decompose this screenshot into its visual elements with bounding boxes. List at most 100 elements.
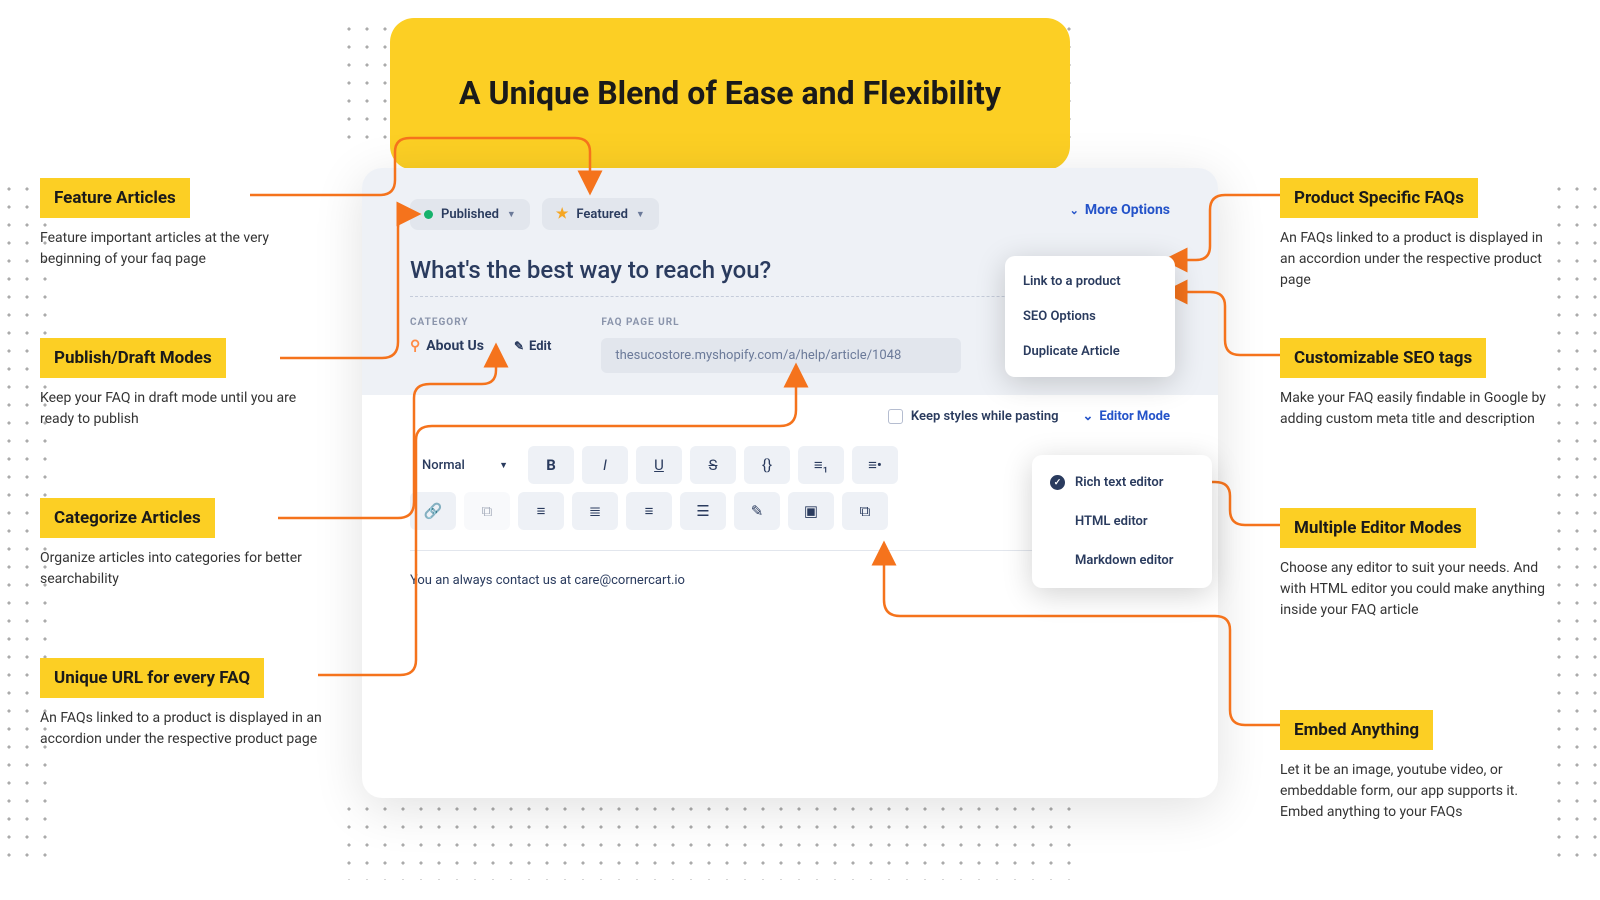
align-center-icon: ≣: [589, 502, 602, 520]
chevron-down-icon: ▼: [636, 209, 645, 220]
chevron-down-icon: ⌄: [1083, 409, 1094, 424]
callout-embed-anything: Embed Anything Let it be an image, youtu…: [1280, 710, 1560, 823]
mode-rich-text[interactable]: ✓ Rich text editor: [1032, 463, 1212, 502]
embed-button[interactable]: ⧉: [842, 492, 888, 530]
editor-toolbar: Normal ▼ B I U S {} ≡₁ ≡• 🔗 ⧉ ≡ ≣ ≡ ☰ ✎ …: [410, 438, 920, 538]
check-icon: ✓: [1050, 475, 1065, 490]
callout-title: Multiple Editor Modes: [1280, 508, 1476, 548]
align-justify-button[interactable]: ☰: [680, 492, 726, 530]
star-icon: ★: [556, 206, 569, 222]
format-select[interactable]: Normal ▼: [410, 446, 520, 484]
list-icon: ≡•: [868, 456, 882, 474]
edit-label: Edit: [529, 339, 551, 354]
status-dot-icon: [424, 210, 433, 219]
hero-banner: A Unique Blend of Ease and Flexibility: [390, 18, 1070, 170]
callout-body: Make your FAQ easily findable in Google …: [1280, 388, 1560, 430]
callout-title: Customizable SEO tags: [1280, 338, 1486, 378]
image-button[interactable]: ▣: [788, 492, 834, 530]
mode-markdown[interactable]: Markdown editor: [1032, 541, 1212, 580]
italic-icon: I: [603, 456, 607, 474]
chevron-down-icon: ▼: [507, 209, 516, 220]
bold-icon: B: [546, 456, 556, 474]
callout-body: Let it be an image, youtube video, or em…: [1280, 760, 1560, 823]
editor-mode-menu: ✓ Rich text editor HTML editor Markdown …: [1032, 455, 1212, 588]
checkbox-icon: [888, 409, 903, 424]
code-block-button[interactable]: {}: [744, 446, 790, 484]
menu-link-product[interactable]: Link to a product: [1005, 264, 1175, 299]
strike-icon: S: [709, 456, 718, 474]
callout-body: An FAQs linked to a product is displayed…: [1280, 228, 1560, 291]
format-label: Normal: [422, 458, 465, 473]
callout-title: Unique URL for every FAQ: [40, 658, 264, 698]
editor-header: Published ▼ ★ Featured ▼ ⌄ More Options …: [362, 168, 1218, 395]
dropdown-icon: ▼: [499, 460, 508, 471]
underline-icon: U: [654, 456, 664, 474]
embed-icon: ⧉: [860, 502, 871, 520]
category-column: CATEGORY ⚲ About Us ✎ Edit: [410, 317, 551, 373]
featured-chip[interactable]: ★ Featured ▼: [542, 198, 659, 230]
callout-body: Organize articles into categories for be…: [40, 548, 320, 590]
align-right-button[interactable]: ≡: [626, 492, 672, 530]
callout-title: Feature Articles: [40, 178, 190, 218]
link-icon: 🔗: [424, 502, 443, 520]
editor-mode-label: Editor Mode: [1099, 409, 1170, 424]
align-justify-icon: ☰: [696, 502, 709, 520]
strikethrough-button[interactable]: S: [690, 446, 736, 484]
chevron-down-icon: ⌄: [1070, 204, 1079, 217]
hero-title: A Unique Blend of Ease and Flexibility: [459, 72, 1001, 115]
align-left-icon: ≡: [537, 502, 546, 520]
status-row: Published ▼ ★ Featured ▼ ⌄ More Options …: [410, 198, 1170, 230]
callout-unique-url: Unique URL for every FAQ An FAQs linked …: [40, 658, 330, 750]
ordered-list-icon: ≡₁: [814, 456, 828, 474]
menu-seo-options[interactable]: SEO Options: [1005, 299, 1175, 334]
menu-duplicate-article[interactable]: Duplicate Article: [1005, 334, 1175, 369]
more-options-button[interactable]: ⌄ More Options: [1070, 202, 1170, 218]
unlink-icon: ⧉: [482, 502, 493, 520]
edit-category-button[interactable]: ✎ Edit: [514, 339, 551, 354]
callout-title: Publish/Draft Modes: [40, 338, 226, 378]
ordered-list-button[interactable]: ≡₁: [798, 446, 844, 484]
underline-button[interactable]: U: [636, 446, 682, 484]
callout-feature-articles: Feature Articles Feature important artic…: [40, 178, 320, 270]
unordered-list-button[interactable]: ≡•: [852, 446, 898, 484]
published-chip[interactable]: Published ▼: [410, 199, 530, 230]
align-left-button[interactable]: ≡: [518, 492, 564, 530]
mode-html[interactable]: HTML editor: [1032, 502, 1212, 541]
callout-body: An FAQs linked to a product is displayed…: [40, 708, 330, 750]
more-options-label: More Options: [1085, 202, 1170, 218]
callout-body: Keep your FAQ in draft mode until you ar…: [40, 388, 320, 430]
published-label: Published: [441, 207, 499, 222]
callout-body: Feature important articles at the very b…: [40, 228, 320, 270]
url-label: FAQ PAGE URL: [601, 317, 961, 328]
editor-body: Keep styles while pasting ⌄ Editor Mode …: [362, 395, 1218, 610]
callout-body: Choose any editor to suit your needs. An…: [1280, 558, 1560, 621]
braces-icon: {}: [762, 456, 772, 474]
featured-label: Featured: [576, 207, 628, 222]
callout-publish-draft: Publish/Draft Modes Keep your FAQ in dra…: [40, 338, 320, 430]
color-button[interactable]: ✎: [734, 492, 780, 530]
mode-label: Rich text editor: [1075, 475, 1163, 490]
editor-mode-button[interactable]: ⌄ Editor Mode: [1083, 409, 1170, 424]
callout-product-faqs: Product Specific FAQs An FAQs linked to …: [1280, 178, 1560, 291]
align-center-button[interactable]: ≣: [572, 492, 618, 530]
category-value: ⚲ About Us: [410, 338, 484, 354]
url-column: FAQ PAGE URL thesucostore.myshopify.com/…: [601, 317, 961, 373]
callout-categorize: Categorize Articles Organize articles in…: [40, 498, 320, 590]
body-text: You an always contact us at care@cornerc…: [410, 573, 685, 588]
faq-url-value[interactable]: thesucostore.myshopify.com/a/help/articl…: [601, 338, 961, 373]
unlink-button[interactable]: ⧉: [464, 492, 510, 530]
link-button[interactable]: 🔗: [410, 492, 456, 530]
mode-label: Markdown editor: [1075, 553, 1173, 568]
italic-button[interactable]: I: [582, 446, 628, 484]
callout-title: Product Specific FAQs: [1280, 178, 1478, 218]
decorative-dots: [340, 800, 1080, 880]
keep-styles-label: Keep styles while pasting: [911, 409, 1059, 424]
editor-options-row: Keep styles while pasting ⌄ Editor Mode: [410, 395, 1170, 438]
pencil-icon: ✎: [751, 502, 764, 520]
lightbulb-icon: ⚲: [410, 338, 420, 354]
bold-button[interactable]: B: [528, 446, 574, 484]
keep-styles-toggle[interactable]: Keep styles while pasting: [888, 409, 1059, 424]
pencil-icon: ✎: [514, 339, 524, 353]
mode-label: HTML editor: [1075, 514, 1148, 529]
faq-editor-card: Published ▼ ★ Featured ▼ ⌄ More Options …: [362, 168, 1218, 798]
